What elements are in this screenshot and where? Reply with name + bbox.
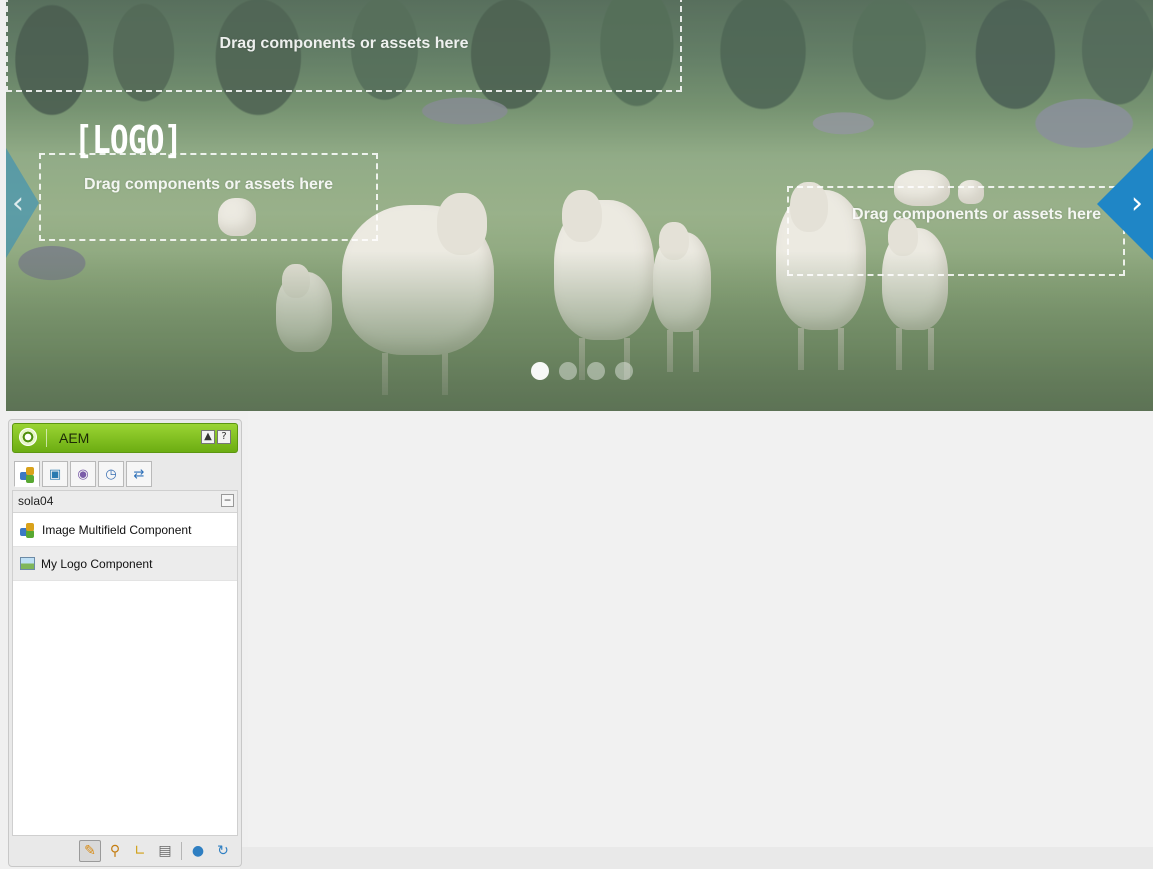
tab-info[interactable]: ⇄ xyxy=(126,461,152,487)
drop-zone-label: Drag components or assets here xyxy=(84,176,333,193)
bottom-bar xyxy=(240,847,1153,869)
design-ruler-icon: ∟ xyxy=(134,843,146,859)
component-group-header[interactable]: sola04 − xyxy=(13,491,237,513)
component-label: Image Multifield Component xyxy=(42,522,192,537)
component-icon xyxy=(20,522,36,538)
carousel-dot-3[interactable] xyxy=(587,362,605,380)
carousel-dot-1[interactable] xyxy=(531,362,549,380)
component-group-name: sola04 xyxy=(18,494,54,508)
tab-workflow[interactable]: ◷ xyxy=(98,461,124,487)
refresh-icon: ↻ xyxy=(217,843,229,859)
list-item[interactable]: My Logo Component xyxy=(13,547,237,581)
toolbar-divider xyxy=(181,842,182,860)
collapse-group-button[interactable]: − xyxy=(221,494,234,507)
page-icon: ▣ xyxy=(48,466,62,482)
sidekick-title: AEM xyxy=(59,430,90,446)
sidekick-toolbar: ✎ ⚲ ∟ ▤ ● ↻ xyxy=(79,840,234,862)
tab-page[interactable]: ▣ xyxy=(42,461,68,487)
edit-pencil-icon: ✎ xyxy=(84,843,96,859)
drop-zone-right[interactable]: Drag components or assets here xyxy=(787,186,1125,276)
sidekick-tabs: ▣ ◉ ◷ ⇄ xyxy=(14,461,152,487)
component-label: My Logo Component xyxy=(41,556,153,571)
websites-button[interactable]: ● xyxy=(187,840,209,862)
carousel-dot-2[interactable] xyxy=(559,362,577,380)
drop-zone-top[interactable]: Drag components or assets here xyxy=(6,0,682,92)
chevron-right-icon: › xyxy=(1131,186,1143,221)
carousel-indicators xyxy=(531,362,633,380)
components-panel: sola04 − Image Multifield Component My L… xyxy=(12,490,238,836)
versioning-icon: ◉ xyxy=(77,466,89,482)
help-button[interactable]: ? xyxy=(217,430,231,444)
list-item[interactable]: Image Multifield Component xyxy=(13,513,237,547)
scaffolding-mode-button[interactable]: ▤ xyxy=(154,840,176,862)
drop-zone-label: Drag components or assets here xyxy=(852,206,1101,223)
edit-mode-button[interactable]: ✎ xyxy=(79,840,101,862)
info-icon: ⇄ xyxy=(133,466,145,482)
sidekick-header[interactable]: AEM ▲ ? xyxy=(12,423,238,453)
tab-components[interactable] xyxy=(14,461,40,487)
carousel-dot-4[interactable] xyxy=(615,362,633,380)
drop-zone-left[interactable]: Drag components or assets here xyxy=(39,153,378,241)
aem-sidekick: AEM ▲ ? ▣ ◉ ◷ ⇄ sola04 − Image Multifiel… xyxy=(8,419,242,867)
refresh-button[interactable]: ↻ xyxy=(212,840,234,862)
design-mode-button[interactable]: ∟ xyxy=(129,840,151,862)
preview-mode-button[interactable]: ⚲ xyxy=(104,840,126,862)
drop-zone-label: Drag components or assets here xyxy=(219,35,469,52)
scaffolding-icon: ▤ xyxy=(158,843,172,859)
header-divider xyxy=(46,429,47,447)
preview-magnifier-icon: ⚲ xyxy=(109,843,121,859)
globe-icon: ● xyxy=(191,843,205,859)
collapse-sidekick-button[interactable]: ▲ xyxy=(201,430,215,444)
page-content-area xyxy=(248,411,1153,869)
workflow-icon: ◷ xyxy=(105,466,117,482)
components-icon xyxy=(19,466,35,482)
chevron-left-icon: ‹ xyxy=(12,186,24,221)
image-icon xyxy=(20,557,35,570)
hero-carousel: Drag components or assets here [LOGO] Dr… xyxy=(6,0,1153,411)
tab-versioning[interactable]: ◉ xyxy=(70,461,96,487)
aem-logo-icon xyxy=(19,428,37,446)
